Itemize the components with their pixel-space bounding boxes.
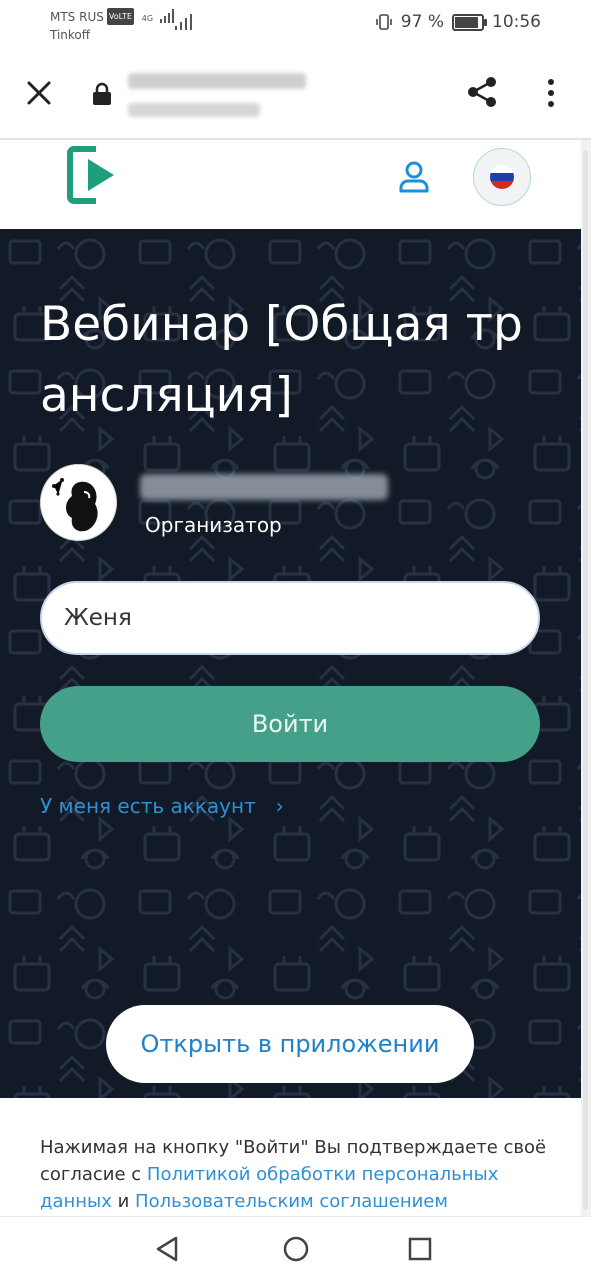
recent-square-icon[interactable] — [408, 1237, 432, 1261]
battery-level — [455, 16, 478, 28]
carrier-name: MTS RUS — [50, 10, 104, 24]
organizer-role: Организатор — [145, 513, 282, 537]
consent-text: Нажимая на кнопку "Войти" Вы подтверждае… — [40, 1134, 560, 1215]
event-title: Вебинар [Общая трансляция] — [40, 297, 523, 423]
carrier-info: MTS RUS VoLTE 4G Tinkoff — [50, 8, 176, 44]
scroll-thumb[interactable] — [583, 150, 588, 1210]
network-type: 4G — [141, 14, 154, 23]
consent-text-and: и — [111, 1191, 136, 1212]
page-scrollbar[interactable] — [581, 140, 591, 1216]
lock-icon — [93, 82, 111, 105]
organizer-name — [140, 474, 388, 500]
hero-section: Вебинар [Общая трансляция] Организатор В… — [0, 229, 581, 1098]
browser-toolbar — [0, 46, 591, 140]
back-triangle-icon[interactable] — [154, 1235, 180, 1263]
system-nav-bar — [0, 1216, 591, 1281]
volte-badge: VoLTE — [106, 8, 134, 25]
login-button[interactable]: Войти — [40, 686, 540, 762]
status-right: 97 % 10:56 — [375, 12, 541, 32]
second-carrier: Tinkoff — [50, 28, 91, 42]
url-domain[interactable] — [128, 73, 306, 89]
language-button[interactable] — [473, 148, 531, 206]
clock: 10:56 — [492, 12, 541, 32]
chevron-right-icon: › — [275, 794, 284, 818]
vibrate-icon — [375, 14, 392, 30]
home-circle-icon[interactable] — [283, 1236, 309, 1262]
battery-percent: 97 % — [400, 12, 444, 32]
name-input[interactable] — [40, 581, 540, 655]
signal-icon-2 — [175, 14, 192, 30]
share-icon[interactable] — [466, 76, 498, 108]
user-icon[interactable] — [398, 160, 430, 194]
flag-ru-icon — [490, 165, 514, 189]
user-agreement-link[interactable]: Пользовательским соглашением — [135, 1191, 448, 1212]
have-account-link[interactable]: У меня есть аккаунт › — [40, 794, 284, 818]
site-header — [0, 140, 581, 229]
more-vert-icon[interactable] — [546, 78, 556, 108]
organizer-avatar — [40, 464, 117, 541]
enter-logo-icon[interactable] — [66, 143, 120, 207]
url-path[interactable] — [128, 103, 260, 117]
have-account-label: У меня есть аккаунт — [40, 794, 256, 818]
battery-icon — [452, 13, 487, 31]
close-icon[interactable] — [26, 80, 52, 106]
signal-icon — [159, 9, 174, 23]
open-in-app-button[interactable]: Открыть в приложении — [106, 1005, 474, 1083]
status-bar: MTS RUS VoLTE 4G Tinkoff 97 % 10:56 — [0, 0, 591, 46]
